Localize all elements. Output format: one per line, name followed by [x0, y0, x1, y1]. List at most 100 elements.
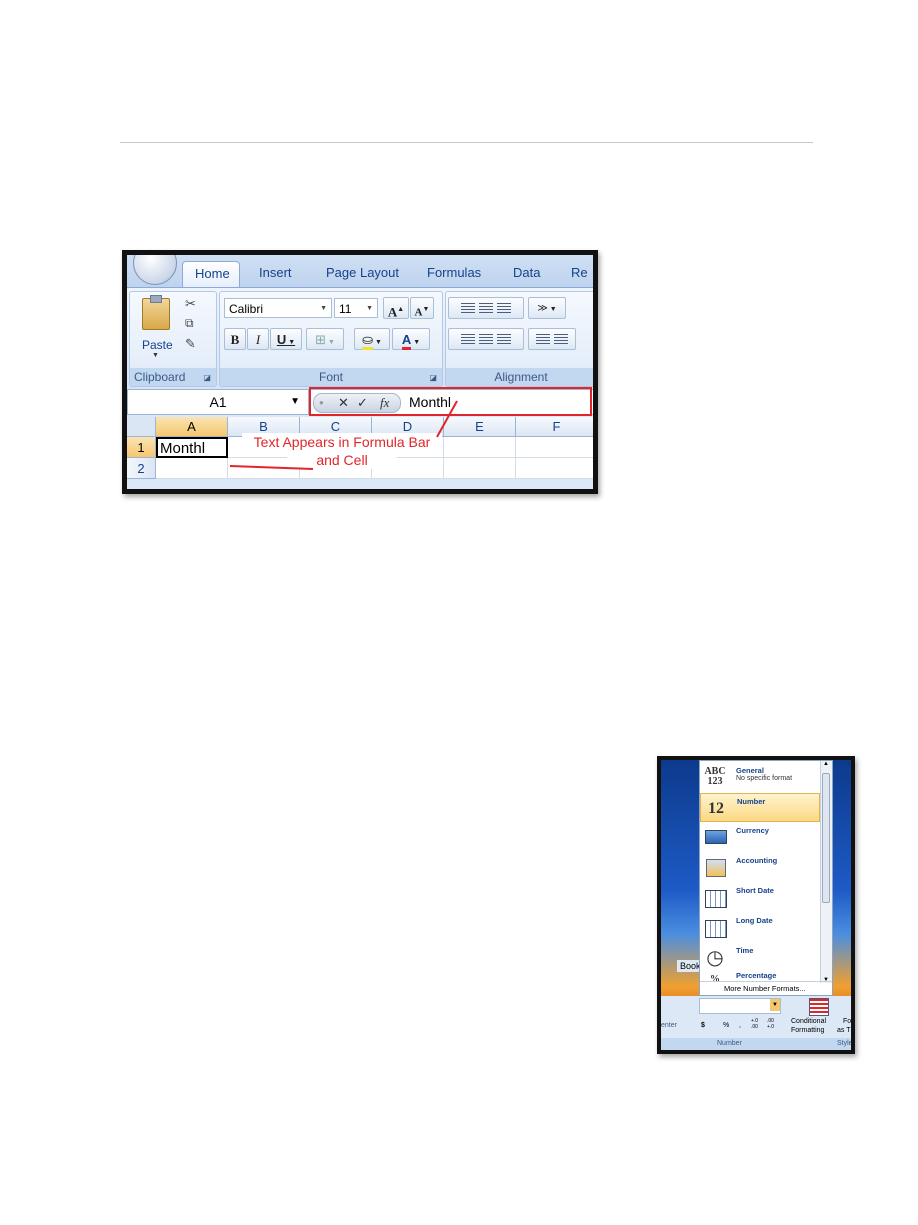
- font-group: Calibri ▼ 11 ▼ A▲ A▼ B I U ▼ ⊞ ▼ ⛀ ▼ A ▼…: [219, 291, 443, 387]
- office-button[interactable]: [133, 250, 177, 285]
- annotation-arrows: [229, 400, 458, 470]
- decrease-decimal-button[interactable]: .00 +.0: [767, 1018, 781, 1030]
- font-size-select[interactable]: 11 ▼: [334, 298, 378, 318]
- office-logo-icon: [147, 250, 167, 254]
- menu-item-general[interactable]: ABC 123 General No specific format: [700, 763, 820, 792]
- number-group-area: ▼ enter $ % , +.0 .00 .00 +.0 Conditiona…: [661, 996, 853, 1050]
- chevron-down-icon[interactable]: ▼: [770, 999, 780, 1011]
- borders-icon: ⊞: [315, 332, 327, 347]
- conditional-formatting-label-1[interactable]: Conditional: [791, 1018, 826, 1025]
- menu-item-number[interactable]: 12 Number: [700, 793, 820, 822]
- format-as-table-label-1[interactable]: Fo: [843, 1018, 851, 1025]
- tab-page-layout[interactable]: Page Layout: [326, 265, 399, 280]
- align-bottom-icon: [496, 303, 511, 314]
- italic-button[interactable]: I: [247, 328, 269, 350]
- paste-icon[interactable]: [142, 295, 170, 330]
- shrink-font-button[interactable]: A▼: [410, 297, 434, 319]
- chevron-down-icon[interactable]: ▼: [152, 352, 159, 359]
- format-painter-icon[interactable]: ✎: [185, 336, 196, 352]
- alignment-group: ≫ ▼ Alignment: [445, 291, 593, 387]
- accounting-icon: [703, 857, 727, 879]
- font-color-icon: A: [401, 332, 412, 350]
- percent-style-button[interactable]: %: [723, 1022, 729, 1029]
- currency-icon: [703, 827, 727, 849]
- menu-item-label: Currency: [736, 826, 769, 835]
- fill-color-icon: ⛀: [362, 332, 374, 350]
- menu-item-label: Percentage: [736, 971, 777, 980]
- number-format-menu: ABC 123 General No specific format 12 Nu…: [699, 760, 833, 996]
- borders-button[interactable]: ⊞ ▼: [306, 328, 344, 350]
- decrease-indent-icon: [536, 334, 551, 345]
- comma-style-button[interactable]: ,: [739, 1022, 741, 1029]
- number-format-dropdown-screenshot: Book ABC 123 General No specific format …: [657, 756, 855, 1054]
- format-as-table-label-2[interactable]: as T: [837, 1027, 851, 1034]
- calendar-icon: [703, 887, 727, 909]
- menu-item-label: Long Date: [736, 916, 773, 925]
- scrollbar-thumb[interactable]: [822, 773, 830, 903]
- currency-format-button[interactable]: $: [701, 1022, 705, 1029]
- align-right-icon: [496, 334, 511, 345]
- align-center-icon: [479, 334, 493, 345]
- group-label-bar: [661, 1038, 851, 1050]
- horizontal-rule: [120, 142, 813, 143]
- font-name-value: Calibri: [229, 302, 264, 316]
- general-format-icon: ABC 123: [704, 766, 726, 787]
- number-format-icon: 12: [708, 800, 724, 817]
- tab-review[interactable]: Re: [571, 265, 588, 280]
- paste-button[interactable]: Paste: [142, 338, 173, 352]
- font-size-value: 11: [339, 302, 352, 316]
- menu-item-label: Short Date: [736, 886, 774, 895]
- align-middle-icon: [479, 303, 493, 314]
- more-number-formats-item[interactable]: More Number Formats...: [700, 981, 832, 995]
- grow-font-button[interactable]: A▲: [383, 297, 409, 319]
- font-name-select[interactable]: Calibri ▼: [224, 298, 332, 318]
- vertical-align-buttons[interactable]: [448, 297, 524, 319]
- calendar-icon: [703, 917, 727, 939]
- menu-item-long-date[interactable]: Long Date: [700, 913, 820, 942]
- align-left-icon: [461, 334, 476, 345]
- shrink-font-icon: A: [414, 306, 423, 319]
- copy-icon[interactable]: ⧉: [185, 316, 194, 331]
- scroll-up-icon[interactable]: ▲: [823, 761, 829, 767]
- bold-button[interactable]: B: [224, 328, 246, 350]
- clipboard-group: Paste ▼ ✂ ⧉ ✎ Clipboard ◪: [129, 291, 217, 387]
- number-format-combo[interactable]: ▼: [699, 998, 781, 1014]
- arrow-to-formula-bar: [436, 400, 458, 438]
- underline-button[interactable]: U ▼: [270, 328, 302, 350]
- chevron-down-icon: ▼: [320, 305, 327, 312]
- orientation-icon: ≫: [537, 303, 548, 314]
- orientation-button[interactable]: ≫ ▼: [528, 297, 566, 319]
- horizontal-align-buttons[interactable]: [448, 328, 524, 350]
- grow-font-icon: A: [387, 304, 398, 320]
- menu-item-short-date[interactable]: Short Date: [700, 883, 820, 912]
- cut-icon[interactable]: ✂: [185, 296, 196, 312]
- font-color-button[interactable]: A ▼: [392, 328, 430, 350]
- merge-center-label[interactable]: enter: [661, 1022, 677, 1029]
- conditional-formatting-label-2[interactable]: Formatting: [791, 1027, 824, 1034]
- menu-item-label: Time: [736, 946, 754, 955]
- menu-item-currency[interactable]: Currency: [700, 823, 820, 852]
- style-group-label: Style: [837, 1040, 853, 1047]
- number-group-label: Number: [717, 1040, 742, 1047]
- underline-icon: U: [276, 332, 287, 347]
- fill-color-button[interactable]: ⛀ ▼: [354, 328, 390, 350]
- increase-indent-icon: [553, 334, 568, 345]
- menu-item-description: No specific format: [736, 775, 793, 782]
- increase-decimal-button[interactable]: +.0 .00: [751, 1018, 765, 1030]
- ribbon-tab-row: Home Insert Page Layout Formulas Data Re: [127, 255, 593, 288]
- tab-formulas[interactable]: Formulas: [427, 265, 481, 280]
- menu-item-label: Number: [737, 797, 766, 806]
- clock-icon: ◷: [706, 947, 724, 969]
- menu-item-accounting[interactable]: Accounting: [700, 853, 820, 882]
- menu-item-label: Accounting: [736, 856, 778, 865]
- tab-insert[interactable]: Insert: [259, 265, 292, 280]
- tab-home[interactable]: Home: [182, 261, 240, 288]
- excel-formula-bar-screenshot: Home Insert Page Layout Formulas Data Re…: [122, 250, 598, 494]
- menu-scrollbar[interactable]: ▲ ▼: [820, 761, 832, 983]
- menu-item-time[interactable]: ◷ Time: [700, 943, 820, 972]
- arrow-to-cell: [229, 465, 314, 470]
- conditional-formatting-icon[interactable]: [809, 998, 829, 1016]
- tab-data[interactable]: Data: [513, 265, 540, 280]
- menu-item-label: General: [736, 766, 764, 775]
- indent-buttons[interactable]: [528, 328, 576, 350]
